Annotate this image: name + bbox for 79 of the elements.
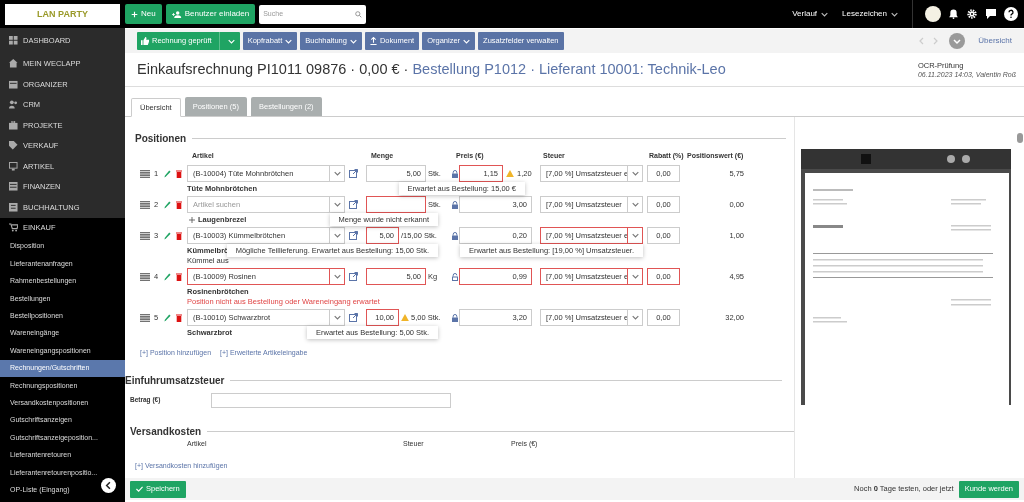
- trash-icon[interactable]: [176, 231, 183, 240]
- chevron-down-icon: [285, 38, 293, 44]
- drag-handle-icon[interactable]: [140, 169, 150, 178]
- chevron-down-icon: [631, 274, 639, 279]
- section-heading: Positionen: [135, 132, 187, 146]
- warning-icon: [401, 314, 409, 321]
- warning-icon: [506, 170, 514, 177]
- chevron-down-icon: [631, 202, 639, 207]
- chevron-down-icon: [631, 315, 639, 320]
- plus-icon[interactable]: [189, 217, 195, 223]
- chat-icon[interactable]: [986, 9, 996, 19]
- logo-text: LAN PARTY: [37, 9, 88, 19]
- chevron-down-icon: [333, 274, 341, 279]
- chevron-down-icon: [333, 202, 341, 207]
- home-icon: [9, 59, 18, 69]
- chevron-down-icon: [631, 171, 639, 176]
- page-title: Einkaufsrechnung PI1011 09876 · 0,00 € · Bestellung P1012 · Lieferant 10001: Technik-Leo: [137, 59, 726, 79]
- ledger-icon: [9, 202, 18, 212]
- expand-icon[interactable]: [949, 33, 966, 49]
- section-heading: Versandkosten: [130, 424, 202, 439]
- chevron-down-icon: [227, 38, 235, 44]
- external-link-icon[interactable]: [349, 200, 358, 209]
- calendar-icon: [9, 79, 18, 89]
- people-icon: [9, 100, 18, 110]
- external-link-icon[interactable]: [349, 169, 358, 178]
- bell-icon[interactable]: [949, 9, 958, 19]
- external-link-icon[interactable]: [349, 313, 358, 322]
- trash-icon[interactable]: [176, 200, 183, 209]
- pencil-icon[interactable]: [164, 313, 172, 322]
- settings-icon[interactable]: [967, 9, 977, 19]
- cart-icon: [9, 223, 18, 233]
- plus-icon: [131, 10, 138, 18]
- dashboard-icon: [9, 35, 18, 45]
- chevron-down-icon: [349, 38, 357, 44]
- search-icon: [355, 10, 363, 18]
- thumbs-up-icon: [141, 37, 149, 45]
- menu-dropdown[interactable]: Lesezeichen: [842, 8, 898, 20]
- scroll-handle-icon[interactable]: [1017, 133, 1023, 143]
- trash-icon[interactable]: [176, 272, 183, 281]
- external-link-icon[interactable]: [349, 231, 358, 240]
- overview-link[interactable]: Übersicht: [978, 35, 1012, 47]
- lock-icon[interactable]: [452, 200, 458, 209]
- upload-icon: [369, 37, 377, 45]
- chevron-down-icon: [891, 11, 898, 17]
- pencil-icon[interactable]: [164, 231, 172, 240]
- document-icon: [9, 182, 18, 192]
- drag-handle-icon[interactable]: [140, 313, 150, 322]
- drag-handle-icon[interactable]: [140, 200, 150, 209]
- monitor-icon: [9, 161, 18, 171]
- pencil-icon[interactable]: [164, 272, 172, 281]
- chevron-down-icon: [631, 233, 639, 238]
- unlock-icon[interactable]: [452, 272, 458, 281]
- drag-handle-icon[interactable]: [140, 272, 150, 281]
- trash-icon[interactable]: [176, 313, 183, 322]
- trash-icon[interactable]: [176, 169, 183, 178]
- check-icon: [136, 486, 143, 492]
- lock-icon[interactable]: [452, 231, 458, 240]
- external-link-icon[interactable]: [349, 272, 358, 281]
- menu-dropdown[interactable]: Verlauf: [792, 8, 829, 20]
- chevron-down-icon: [333, 233, 341, 238]
- add-user-icon: [171, 10, 182, 18]
- chevron-down-icon: [463, 38, 471, 44]
- pencil-icon[interactable]: [164, 169, 172, 178]
- amount-field[interactable]: [211, 392, 451, 408]
- drag-handle-icon[interactable]: [140, 231, 150, 240]
- help-icon[interactable]: [1004, 7, 1018, 21]
- order-supplier-link[interactable]: Bestellung P1012 · Lieferant 10001: Technik-Leo: [412, 60, 726, 77]
- briefcase-icon: [9, 120, 18, 130]
- collapse-icon[interactable]: [101, 478, 116, 493]
- chevron-down-icon: [333, 315, 341, 320]
- quantity-field[interactable]: [366, 196, 426, 213]
- tag-icon: [9, 141, 18, 151]
- chevron-down-icon: [333, 171, 341, 176]
- pencil-icon[interactable]: [164, 200, 172, 209]
- avatar-icon[interactable]: [925, 6, 941, 22]
- lock-icon[interactable]: [452, 169, 458, 178]
- lock-icon[interactable]: [452, 313, 458, 322]
- chevron-down-icon: [821, 11, 829, 17]
- section-heading: Einfuhrumsatzsteuer: [125, 373, 225, 388]
